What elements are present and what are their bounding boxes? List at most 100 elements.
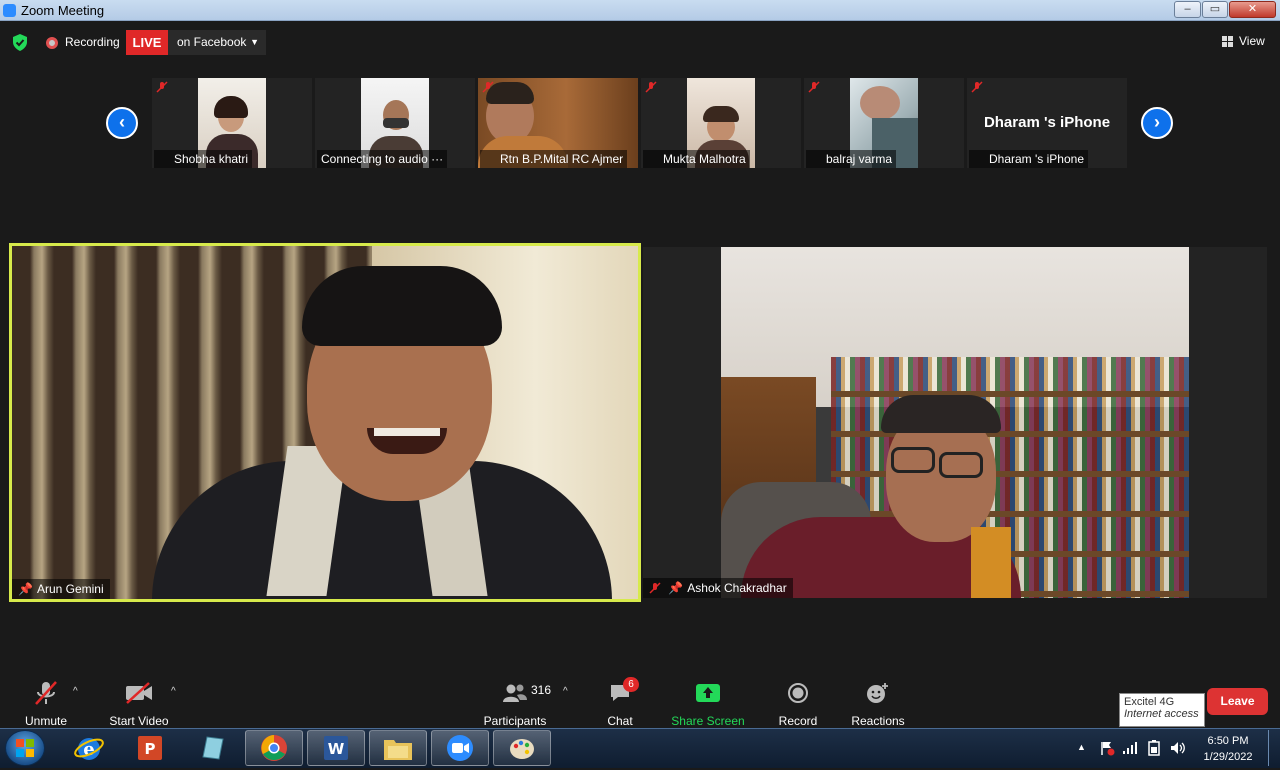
powerpoint-icon: P [138, 736, 162, 760]
taskbar-notebook[interactable] [183, 730, 241, 766]
live-target-label: on Facebook [177, 35, 247, 49]
participant-name: balraj varma [806, 150, 897, 168]
network-tooltip: Excitel 4G Internet access [1119, 693, 1205, 727]
leave-button[interactable]: Leave [1207, 688, 1268, 715]
svg-text:W: W [328, 740, 345, 758]
windows-logo-icon [16, 739, 34, 757]
maximize-button[interactable]: ▭ [1202, 1, 1228, 18]
clock[interactable]: 6:50 PM 1/29/2022 [1195, 733, 1261, 765]
participant-name: Ashok Chakradhar [687, 581, 787, 595]
participant-name: Connecting to audio ··· [317, 150, 448, 168]
chevron-right-icon: › [1154, 112, 1160, 132]
taskbar-chrome[interactable] [245, 730, 303, 766]
zoom-icon [447, 735, 473, 761]
meeting-toolbar: Unmute ^ Start Video ^ Participants 316 … [0, 668, 1280, 728]
muted-mic-icon [808, 81, 820, 93]
folder-icon [384, 740, 412, 760]
participants-label: Participants [483, 714, 547, 728]
gallery-prev-button[interactable]: ‹ [106, 107, 138, 139]
taskbar-powerpoint[interactable]: P [121, 730, 179, 766]
active-speaker-video[interactable]: 📌 Arun Gemini [9, 243, 641, 602]
participant-name: Arun Gemini [36, 582, 104, 596]
share-screen-icon [696, 684, 720, 702]
audio-options-caret-icon[interactable]: ^ [73, 686, 78, 697]
live-badge[interactable]: LIVE [126, 30, 168, 55]
record-button[interactable]: Record [774, 678, 822, 728]
recording-icon [46, 37, 58, 49]
action-center-flag-icon[interactable] [1099, 740, 1115, 756]
reactions-icon [867, 683, 888, 703]
grid-view-icon [1222, 36, 1233, 47]
taskbar-zoom[interactable] [431, 730, 489, 766]
window-title: Zoom Meeting [21, 3, 105, 18]
taskbar-internet-explorer[interactable]: e [60, 730, 118, 766]
show-hidden-icons-button[interactable]: ▲ [1077, 742, 1086, 752]
chat-unread-badge: 6 [623, 677, 639, 692]
reactions-button[interactable]: Reactions [848, 678, 908, 728]
participant-tile[interactable]: balraj varma [804, 78, 964, 168]
participant-video[interactable] [721, 247, 1189, 598]
muted-mic-icon [156, 81, 168, 93]
participants-count: 316 [531, 683, 552, 697]
participant-name: Shobha khatri [154, 150, 253, 168]
participant-name: Dharam 's iPhone [969, 150, 1089, 168]
share-screen-button[interactable]: Share Screen [668, 678, 748, 728]
gallery-next-button[interactable]: › [1141, 107, 1173, 139]
start-video-button[interactable]: Start Video [103, 678, 175, 728]
participant-tile[interactable]: Shobha khatri [152, 78, 312, 168]
participant-tile[interactable]: Connecting to audio ··· [315, 78, 475, 168]
taskbar-file-explorer[interactable] [369, 730, 427, 766]
muted-mic-icon [35, 681, 57, 705]
unmute-button[interactable]: Unmute [18, 678, 74, 728]
paint-icon [510, 739, 534, 759]
participant-tile[interactable]: Mukta Malhotra [641, 78, 801, 168]
chevron-down-icon: ▼ [250, 37, 259, 47]
chat-label: Chat [607, 714, 633, 728]
participant-name: Rtn B.P.Mital RC Ajmer [480, 150, 628, 168]
muted-mic-icon [645, 81, 657, 93]
pin-icon: 📌 [18, 582, 33, 596]
start-button[interactable] [5, 730, 45, 766]
muted-mic-icon [482, 81, 494, 93]
shield-icon[interactable] [12, 34, 28, 51]
zoom-app-icon [3, 4, 16, 17]
participant-tile[interactable]: Dharam 's iPhone Dharam 's iPhone [967, 78, 1127, 168]
network-signal-icon[interactable] [1122, 741, 1138, 755]
network-name: Excitel 4G [1124, 696, 1175, 708]
participant-name: Mukta Malhotra [643, 150, 750, 168]
participant-name-label: 📌 Arun Gemini [12, 579, 110, 599]
video-options-caret-icon[interactable]: ^ [171, 686, 176, 697]
clock-time: 6:50 PM [1207, 735, 1249, 747]
clock-date: 1/29/2022 [1203, 751, 1253, 763]
participant-name-label: 📌 Ashok Chakradhar [643, 578, 793, 598]
view-label: View [1239, 34, 1265, 48]
start-video-label: Start Video [109, 714, 169, 728]
word-icon: W [324, 736, 348, 760]
reactions-label: Reactions [851, 714, 905, 728]
participant-display-name: Dharam 's iPhone [983, 114, 1111, 131]
battery-icon[interactable] [1147, 740, 1161, 756]
record-icon [788, 683, 808, 703]
share-screen-label: Share Screen [671, 714, 745, 728]
close-button[interactable]: ✕ [1229, 1, 1276, 18]
minimize-button[interactable]: – [1174, 1, 1201, 18]
network-status: Internet access [1124, 708, 1199, 720]
volume-icon[interactable] [1170, 741, 1186, 755]
taskbar-word[interactable]: W [307, 730, 365, 766]
participants-icon [503, 684, 527, 702]
show-desktop-button[interactable] [1268, 730, 1278, 766]
title-bar: Zoom Meeting – ▭ ✕ [0, 0, 1280, 21]
muted-mic-icon [971, 81, 983, 93]
record-label: Record [778, 714, 818, 728]
pin-icon: 📌 [668, 581, 684, 595]
chevron-left-icon: ‹ [119, 112, 125, 132]
participant-tile[interactable]: Rtn B.P.Mital RC Ajmer [478, 78, 638, 168]
participants-options-caret-icon[interactable]: ^ [563, 686, 568, 697]
muted-mic-icon [649, 582, 661, 594]
video-off-icon [126, 682, 152, 704]
internet-explorer-icon: e [74, 738, 104, 760]
svg-text:P: P [145, 740, 156, 758]
live-on-facebook-button[interactable]: on Facebook ▼ [168, 30, 266, 55]
taskbar-paint[interactable] [493, 730, 551, 766]
chrome-icon [261, 735, 287, 761]
